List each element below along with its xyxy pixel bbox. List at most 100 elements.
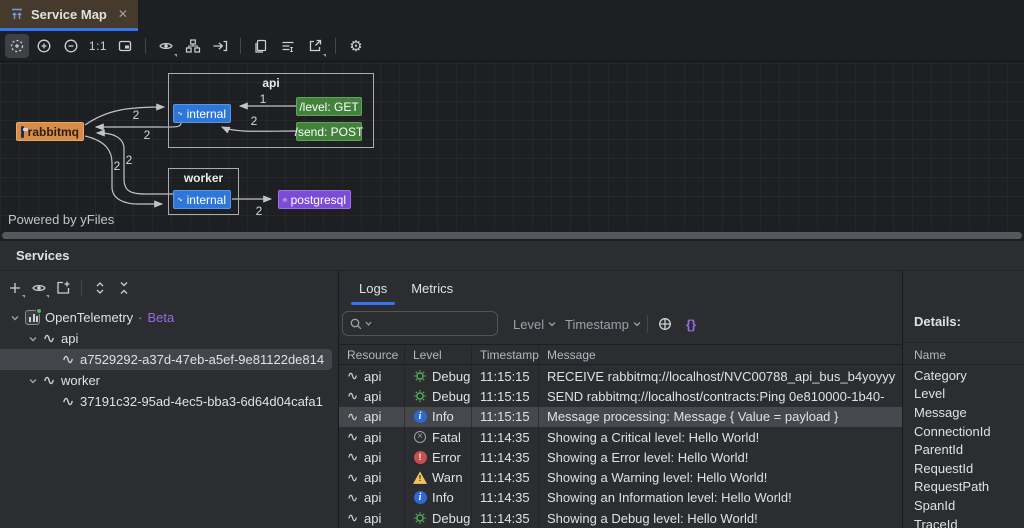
log-row[interactable]: api iInfo 11:14:35 Showing an Informatio… — [339, 488, 903, 508]
view-options-button[interactable] — [28, 277, 50, 299]
node-send-post[interactable]: /send: POST — [296, 122, 362, 141]
log-resource: api — [364, 430, 381, 445]
services-tree-panel: OpenTelemetry · Beta api a7529292-a37d-4… — [0, 271, 338, 528]
services-panel-header: Services — [0, 241, 1024, 271]
edge-rabbitmq-to-api-internal — [85, 107, 164, 125]
scrollbar-thumb[interactable] — [2, 232, 1022, 239]
log-timestamp: 11:14:35 — [480, 470, 530, 485]
search-box[interactable] — [342, 311, 498, 336]
collapse-all-button[interactable] — [113, 277, 135, 299]
status-dot — [36, 308, 42, 314]
details-row[interactable]: Message — [914, 403, 967, 422]
zoom-in-button[interactable] — [32, 34, 56, 58]
details-row[interactable]: Category — [914, 366, 967, 385]
pulse-icon — [178, 109, 183, 118]
details-row[interactable]: RequestId — [914, 459, 973, 478]
tab-service-map[interactable]: Service Map ✕ — [0, 0, 138, 31]
close-icon[interactable]: ✕ — [118, 7, 128, 21]
fit-content-button[interactable] — [5, 34, 29, 58]
open-in-new-tab-button[interactable] — [52, 277, 74, 299]
node-rabbitmq[interactable]: rabbitmq — [16, 122, 84, 141]
services-title: Services — [16, 248, 70, 263]
log-row[interactable]: api !Warn 11:14:35 Showing a Warning lev… — [339, 468, 903, 488]
add-button[interactable] — [4, 277, 26, 299]
tab-logs[interactable]: Logs — [349, 272, 397, 305]
zoom-out-button[interactable] — [59, 34, 83, 58]
details-name-column-header[interactable]: Name — [914, 348, 946, 362]
tree-item-worker[interactable]: worker — [28, 370, 100, 391]
tool-window-tabbar: Service Map ✕ — [0, 0, 1024, 31]
details-title: Details: — [914, 314, 961, 329]
legend-icon — [280, 38, 296, 54]
tree-item-opentelemetry[interactable]: OpenTelemetry · Beta — [10, 307, 174, 328]
log-row[interactable]: api Debug 11:15:15 RECEIVE rabbitmq://lo… — [339, 366, 903, 386]
log-timestamp: 11:15:15 — [480, 389, 530, 404]
collapse-all-icon — [116, 280, 132, 296]
details-row[interactable]: SpanId — [914, 496, 955, 515]
copy-button[interactable] — [249, 34, 273, 58]
pulse-icon — [347, 514, 359, 522]
details-row[interactable]: TraceId — [914, 515, 958, 528]
export-button[interactable] — [303, 34, 327, 58]
toolbar-separator — [240, 38, 241, 54]
node-worker-internal[interactable]: internal — [173, 190, 231, 209]
details-row[interactable]: ConnectionId — [914, 422, 991, 441]
log-resource: api — [364, 369, 381, 384]
tree-item-worker-instance[interactable]: 37191c32-95ad-4ec5-bba3-6d64d04cafa1 — [62, 391, 323, 412]
node-label: internal — [187, 107, 226, 121]
copy-icon — [253, 38, 269, 54]
column-header-timestamp[interactable]: Timestamp — [472, 345, 539, 364]
settings-button[interactable]: ⚙ — [344, 34, 368, 58]
column-header-level[interactable]: Level — [405, 345, 472, 364]
column-header-message[interactable]: Message — [539, 345, 903, 364]
fatal-icon: × — [413, 430, 427, 444]
pulse-icon — [62, 397, 75, 406]
node-api-internal[interactable]: internal — [173, 104, 231, 123]
log-row[interactable]: api Debug 11:15:15 SEND rabbitmq://local… — [339, 386, 903, 406]
dropdown-caret-icon — [22, 295, 25, 298]
logs-panel: Logs Metrics Level — [338, 271, 902, 528]
pulse-icon — [347, 413, 359, 421]
logs-tabbar: Logs Metrics — [339, 271, 463, 305]
expand-all-button[interactable] — [89, 277, 111, 299]
details-row[interactable]: ParentId — [914, 440, 963, 459]
level-filter[interactable]: Level — [513, 317, 556, 332]
divider — [903, 342, 1024, 343]
visibility-button[interactable] — [154, 34, 178, 58]
log-row[interactable]: api ×Fatal 11:14:35 Showing a Critical l… — [339, 427, 903, 447]
pulse-icon — [347, 474, 359, 482]
layout-button[interactable] — [181, 34, 205, 58]
json-view-button[interactable]: {} — [679, 312, 703, 336]
error-icon: ! — [413, 450, 427, 464]
info-icon: i — [413, 410, 427, 424]
rabbitmq-icon — [21, 126, 24, 138]
map-horizontal-scrollbar[interactable] — [0, 230, 1024, 241]
column-header-resource[interactable]: Resource — [339, 345, 405, 364]
tree-item-api-instance[interactable]: a7529292-a37d-47eb-a5ef-9e81122de814 — [0, 349, 332, 370]
service-map-canvas[interactable]: 2 2 2 2 1 2 2 api worker rabbitmq intern… — [0, 63, 1024, 231]
details-panel: Details: Name Category Level Message Con… — [902, 271, 1024, 528]
log-row[interactable]: api !Error 11:14:35 Showing a Error leve… — [339, 447, 903, 467]
actual-size-button[interactable]: 1:1 — [86, 34, 110, 58]
legend-button[interactable] — [276, 34, 300, 58]
search-icon — [349, 317, 363, 331]
log-row-selected[interactable]: api iInfo 11:15:15 Message processing: M… — [339, 407, 903, 427]
details-row[interactable]: RequestPath — [914, 478, 989, 497]
jump-to-source-button[interactable] — [208, 34, 232, 58]
log-timestamp: 11:14:35 — [480, 450, 530, 465]
tab-metrics[interactable]: Metrics — [401, 272, 463, 305]
follow-button[interactable] — [653, 312, 677, 336]
fit-to-window-button[interactable] — [113, 34, 137, 58]
details-row[interactable]: Level — [914, 385, 945, 404]
node-label: internal — [187, 193, 226, 207]
yfiles-attribution: Powered by yFiles — [8, 212, 114, 227]
search-input[interactable] — [374, 316, 484, 331]
log-timestamp: 11:15:15 — [480, 369, 530, 384]
tree-item-api[interactable]: api — [28, 328, 78, 349]
node-postgresql[interactable]: postgresql — [278, 190, 351, 209]
timestamp-filter[interactable]: Timestamp — [565, 317, 641, 332]
node-level-get[interactable]: /level: GET — [296, 97, 362, 116]
details-rows: Category Level Message ConnectionId Pare… — [903, 366, 1024, 528]
node-label: postgresql — [291, 193, 346, 207]
log-row[interactable]: api Debug 11:14:35 Showing a Debug level… — [339, 508, 903, 528]
